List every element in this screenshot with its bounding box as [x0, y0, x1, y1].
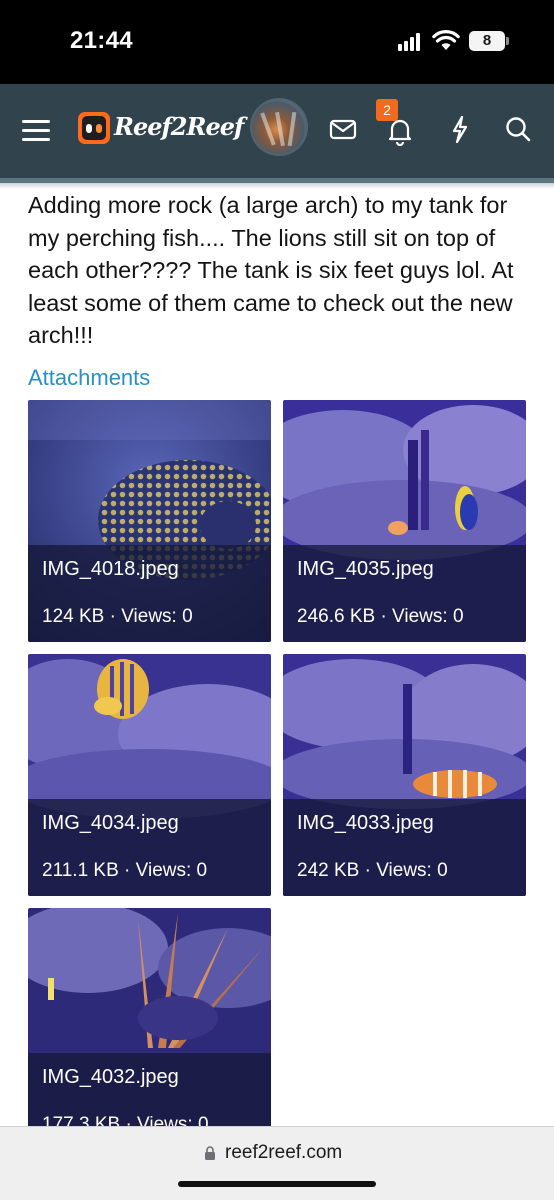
address-bar-url[interactable]: reef2reef.com — [225, 1142, 342, 1164]
attachments-heading: Attachments — [28, 365, 151, 390]
battery-nub — [506, 37, 509, 45]
status-bar: 21:44 8 — [0, 0, 554, 84]
attachment-tile[interactable]: IMG_4034.jpeg 211.1 KB · Views: 0 — [28, 654, 271, 896]
lightning-icon[interactable] — [445, 114, 475, 144]
lock-icon — [205, 1146, 215, 1160]
mail-icon[interactable] — [328, 114, 358, 144]
attachment-filename: IMG_4035.jpeg — [297, 558, 434, 580]
notification-badge[interactable]: 2 — [376, 99, 398, 121]
home-indicator[interactable] — [178, 1181, 376, 1187]
attachment-filename: IMG_4018.jpeg — [42, 558, 179, 580]
logo-text: Reef2Reef — [114, 112, 244, 141]
attachment-filename: IMG_4032.jpeg — [42, 1066, 179, 1088]
attachment-filename: IMG_4034.jpeg — [42, 812, 179, 834]
cellular-signal-icon — [398, 33, 424, 51]
attachment-tile[interactable]: IMG_4018.jpeg 124 KB · Views: 0 — [28, 400, 271, 642]
attachment-meta: 242 KB · Views: 0 — [297, 860, 448, 881]
attachment-meta: 124 KB · Views: 0 — [42, 606, 193, 627]
wifi-icon — [432, 30, 460, 50]
attachment-meta: 246.6 KB · Views: 0 — [297, 606, 464, 627]
status-time: 21:44 — [70, 27, 133, 54]
battery-level: 8 — [482, 32, 492, 49]
attachment-meta: 211.1 KB · Views: 0 — [42, 860, 208, 881]
post-body: Adding more rock (a large arch) to my ta… — [28, 192, 514, 348]
battery-icon: 8 — [469, 31, 505, 51]
attachment-tile[interactable]: IMG_4033.jpeg 242 KB · Views: 0 — [283, 654, 526, 896]
hamburger-menu-icon[interactable] — [22, 117, 52, 143]
search-icon[interactable] — [503, 114, 533, 144]
attachment-filename: IMG_4033.jpeg — [297, 812, 434, 834]
attachment-tile[interactable]: IMG_4035.jpeg 246.6 KB · Views: 0 — [283, 400, 526, 642]
logo-icon — [78, 112, 110, 144]
attachment-tile[interactable]: IMG_4032.jpeg 177.3 KB · Views: 0 — [28, 908, 271, 1150]
site-logo[interactable]: Reef2Reef — [78, 110, 244, 150]
user-avatar[interactable] — [250, 98, 308, 156]
